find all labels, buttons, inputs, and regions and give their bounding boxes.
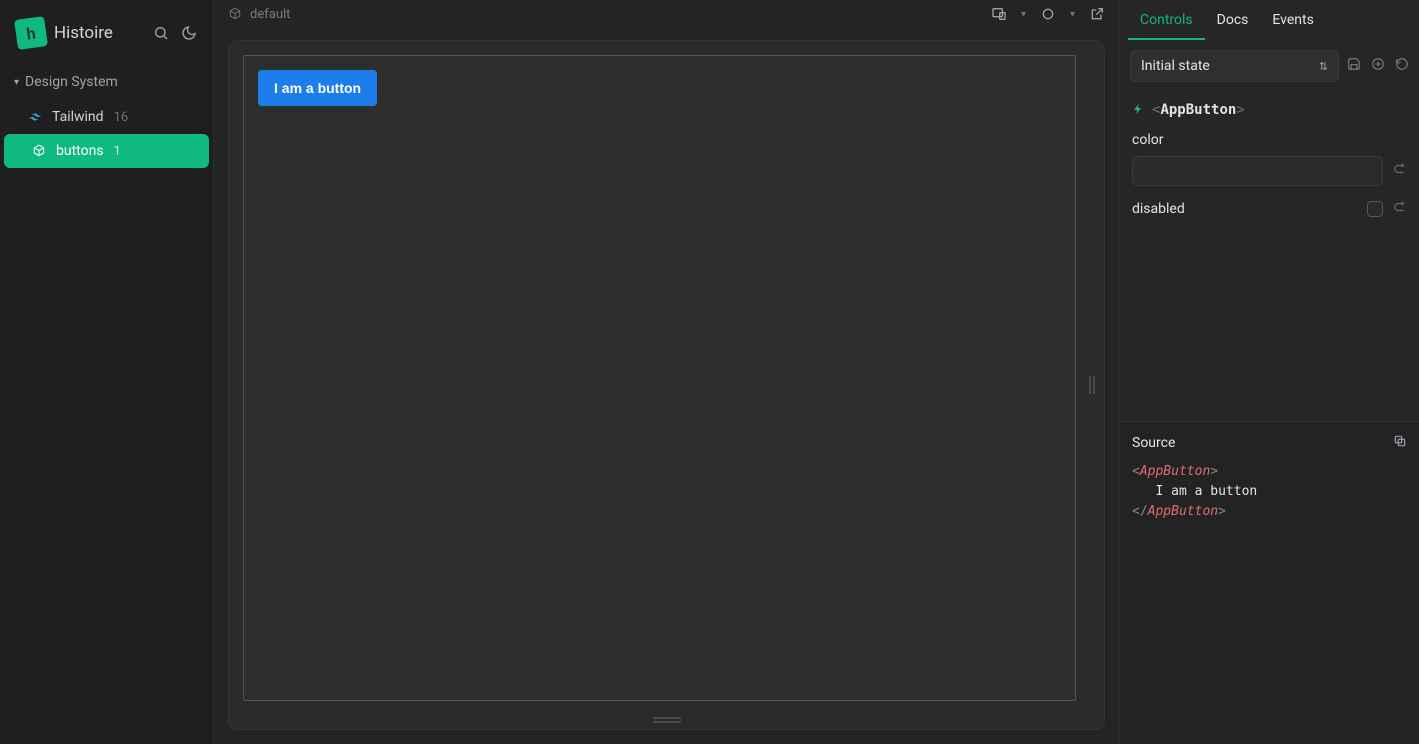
preview-canvas: I am a button	[243, 55, 1076, 701]
state-preset-select[interactable]: Initial state ⇅	[1130, 50, 1339, 82]
theme-toggle-icon[interactable]	[181, 25, 197, 41]
variant-label: default	[250, 7, 290, 22]
tailwind-icon	[28, 110, 42, 124]
component-tag-text: <AppButton>	[1152, 102, 1245, 118]
brand-row: h Histoire	[0, 0, 213, 64]
sidebar-group-label: Design System	[25, 74, 118, 90]
sidebar-item-label: Tailwind	[52, 109, 104, 125]
demo-button[interactable]: I am a button	[258, 70, 377, 106]
variant-selector[interactable]: default	[228, 7, 290, 22]
save-state-icon[interactable]	[1347, 57, 1361, 75]
cube-icon	[32, 144, 46, 158]
reset-prop-icon[interactable]	[1393, 162, 1407, 180]
background-icon[interactable]	[1040, 6, 1056, 22]
brand-name: Histoire	[54, 23, 113, 43]
resize-handle-horizontal[interactable]	[649, 715, 685, 725]
control-color: color	[1120, 132, 1419, 200]
right-panel: Controls Docs Events Initial state ⇅	[1119, 0, 1419, 744]
tab-docs[interactable]: Docs	[1205, 0, 1261, 40]
controls-body: color disabled	[1120, 132, 1419, 421]
panel-tabs: Controls Docs Events	[1120, 0, 1419, 40]
logo-icon: h	[14, 16, 48, 50]
select-caret-icon: ⇅	[1319, 60, 1328, 73]
source-title: Source	[1132, 435, 1175, 451]
responsive-icon[interactable]	[991, 6, 1007, 22]
control-disabled: disabled	[1120, 200, 1419, 232]
control-label-color: color	[1132, 132, 1407, 148]
state-preset-label: Initial state	[1141, 58, 1210, 74]
reset-state-icon[interactable]	[1395, 57, 1409, 75]
chevron-down-icon[interactable]: ▾	[1021, 9, 1026, 20]
sidebar-item-label: buttons	[56, 143, 104, 159]
open-new-tab-icon[interactable]	[1089, 6, 1105, 22]
search-icon[interactable]	[153, 25, 169, 41]
story-area: default ▾ ▾ I am a button	[214, 0, 1119, 744]
chevron-down-icon[interactable]: ▾	[1070, 9, 1075, 20]
sidebar-group-header[interactable]: ▾ Design System	[0, 64, 213, 100]
control-label-disabled: disabled	[1132, 201, 1185, 217]
sidebar-item-count: 16	[114, 110, 129, 125]
bolt-icon	[1132, 103, 1144, 118]
source-code[interactable]: <AppButton> I am a button </AppButton>	[1120, 462, 1419, 522]
story-header: default ▾ ▾	[214, 0, 1119, 28]
reset-prop-icon[interactable]	[1393, 200, 1407, 218]
resize-handle-vertical[interactable]	[1086, 373, 1098, 397]
tab-controls[interactable]: Controls	[1128, 0, 1205, 40]
copy-icon[interactable]	[1393, 434, 1407, 452]
source-section: Source <AppButton> I am a button </AppBu…	[1120, 421, 1419, 744]
preview-frame: I am a button	[228, 40, 1105, 730]
tab-events[interactable]: Events	[1260, 0, 1325, 40]
add-state-icon[interactable]	[1371, 57, 1385, 75]
brand-actions	[153, 25, 197, 41]
brand[interactable]: h Histoire	[16, 18, 113, 48]
sidebar-item-tailwind[interactable]: Tailwind 16	[0, 100, 213, 134]
source-header: Source	[1120, 422, 1419, 462]
disabled-checkbox[interactable]	[1367, 201, 1383, 217]
component-tag: <AppButton>	[1120, 90, 1419, 132]
sidebar: h Histoire ▾ Design System Tailwind 16	[0, 0, 214, 744]
sidebar-item-buttons[interactable]: buttons 1	[4, 134, 209, 168]
story-tools: ▾ ▾	[991, 6, 1105, 22]
sidebar-item-count: 1	[114, 144, 121, 159]
color-input[interactable]	[1132, 156, 1383, 186]
state-actions	[1347, 57, 1409, 75]
cube-icon	[228, 7, 242, 21]
chevron-down-icon: ▾	[14, 77, 19, 88]
app-root: h Histoire ▾ Design System Tailwind 16	[0, 0, 1419, 744]
state-row: Initial state ⇅	[1120, 40, 1419, 90]
